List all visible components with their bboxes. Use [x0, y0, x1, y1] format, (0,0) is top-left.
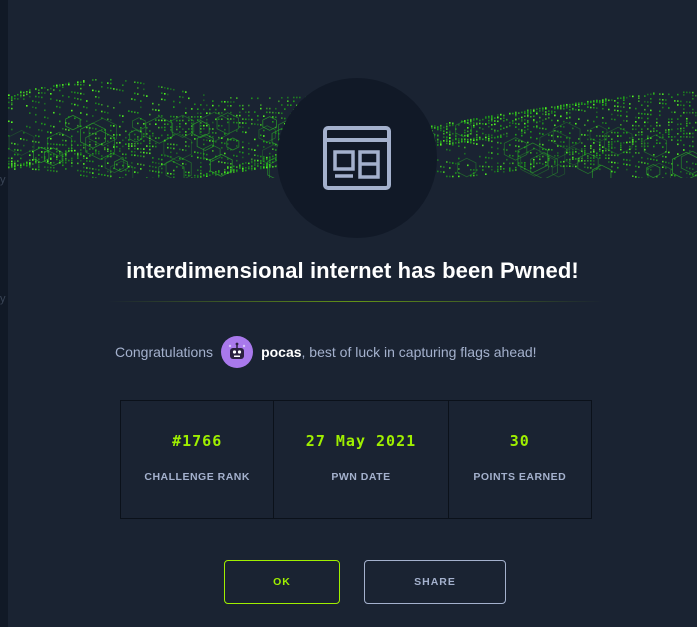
username[interactable]: pocas: [261, 344, 301, 360]
robot-avatar-icon: [228, 342, 246, 359]
congrats-prefix: Congratulations: [115, 344, 214, 360]
pwned-modal: interdimensional internet has been Pwned…: [8, 0, 697, 627]
stat-pwn-date: 27 May 2021 PWN DATE: [274, 401, 449, 518]
stat-challenge-rank: #1766 CHALLENGE RANK: [121, 401, 275, 518]
stat-value: 30: [509, 432, 530, 450]
stat-label: POINTS EARNED: [473, 471, 567, 483]
stat-value: #1766: [172, 432, 223, 450]
stat-points-earned: 30 POINTS EARNED: [449, 401, 591, 518]
congrats-suffix: , best of luck in capturing flags ahead!: [301, 344, 537, 360]
share-button[interactable]: SHARE: [364, 560, 506, 604]
congrats-message: Congratulations pocas , best of luck in …: [115, 336, 537, 368]
browser-window-icon: [323, 126, 391, 190]
divider: [108, 301, 603, 302]
stat-label: CHALLENGE RANK: [144, 471, 250, 483]
stats-table: #1766 CHALLENGE RANK 27 May 2021 PWN DAT…: [120, 400, 592, 519]
pwned-title: interdimensional internet has been Pwned…: [126, 258, 579, 283]
stat-label: PWN DATE: [331, 471, 391, 483]
user-avatar: [221, 336, 254, 368]
stat-value: 27 May 2021: [305, 432, 417, 450]
challenge-icon-badge: [277, 78, 437, 238]
ok-button[interactable]: OK: [224, 560, 340, 604]
background-page: y y: [0, 0, 8, 627]
